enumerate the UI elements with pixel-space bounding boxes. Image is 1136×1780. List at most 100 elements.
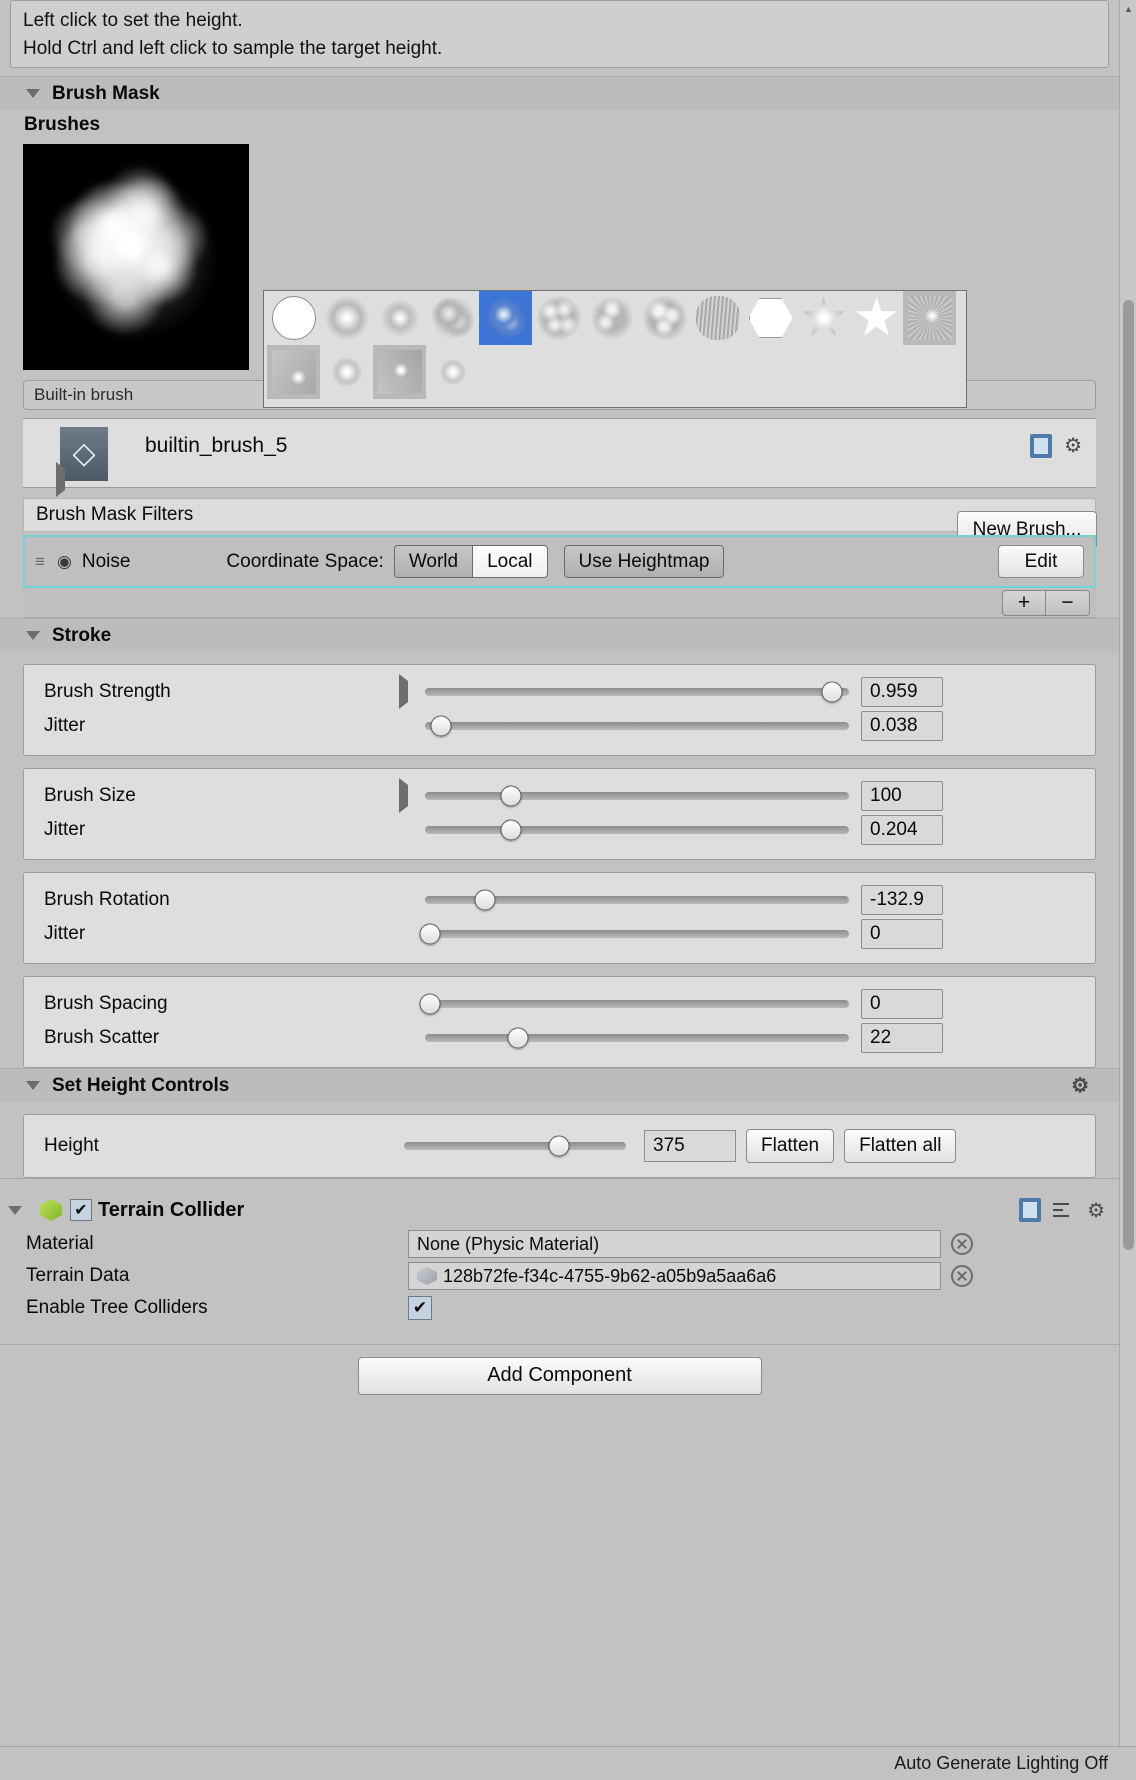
brush-swatch-10-star[interactable] [797,291,850,345]
asset-foldout-arrow[interactable] [56,462,65,497]
slider[interactable] [425,779,849,813]
slider-row: Brush Strength 0.959 [24,674,1095,709]
section-header-brush-mask[interactable]: Brush Mask [0,76,1119,110]
brush-swatch-13[interactable] [267,345,320,399]
remove-filter-button[interactable]: − [1046,589,1090,616]
slider-knob[interactable] [500,819,522,841]
brush-swatch-3[interactable] [426,291,479,345]
slider-row: Jitter 0.038 [24,709,1095,743]
brush-palette[interactable] [263,290,967,408]
height-slider-knob[interactable] [548,1135,570,1157]
brush-swatch-11-star-outline[interactable] [850,291,903,345]
brush-swatch-4-selected[interactable] [479,291,532,345]
brush-swatch-5[interactable] [532,291,585,345]
brush-swatch-9-hexagon[interactable] [744,291,797,345]
brush-swatch-12[interactable] [903,291,956,345]
inspector-scroll-content: Left click to set the height. Hold Ctrl … [0,0,1119,1406]
stroke-groups: Brush Strength 0.959 Jitter 0.038 Brush Size… [0,664,1119,1068]
material-clear-icon[interactable] [951,1233,973,1255]
slider-track [425,1000,849,1008]
use-heightmap-button[interactable]: Use Heightmap [563,545,725,578]
brush-swatch-2[interactable] [373,291,426,345]
slider-label: Brush Spacing [44,993,168,1014]
slider[interactable] [419,917,849,951]
terrain-data-object-field[interactable]: 128b72fe-f34c-4755-9b62-a05b9a5aa6a6 [408,1262,941,1290]
brush-mask-filters-label: Brush Mask Filters [36,504,194,525]
slider-label: Brush Size [44,785,136,806]
noise-filter-name: Noise [81,550,131,572]
expand-arrow-icon[interactable] [399,674,425,709]
flatten-all-button[interactable]: Flatten all [844,1129,957,1163]
slider-row: Brush Scatter 22 [24,1021,1095,1055]
help-doc-icon[interactable] [1030,433,1053,458]
brush-asset-row[interactable]: ◇ builtin_brush_5 ⚙ [23,418,1096,497]
slider-knob[interactable] [474,889,496,911]
scroll-up-arrow-icon[interactable]: ▲ [1120,0,1136,17]
slider-knob[interactable] [419,993,441,1015]
terrain-collider-enabled-checkbox[interactable]: ✔ [70,1199,92,1221]
slider-label: Brush Rotation [44,889,170,910]
noise-edit-button[interactable]: Edit [998,545,1084,578]
slider-value-field[interactable]: 0.038 [861,711,943,741]
slider[interactable] [425,675,849,709]
material-value: None (Physic Material) [417,1233,600,1254]
slider-value-field[interactable]: 0 [861,989,943,1019]
noise-filter-row[interactable]: ≡ ◉ Noise Coordinate Space: World Local … [23,535,1096,588]
eye-icon[interactable]: ◉ [57,552,72,572]
expand-arrow-icon[interactable] [399,778,425,813]
slider[interactable] [425,1021,849,1055]
slider-value-field[interactable]: 22 [861,1023,943,1053]
slider-value-field[interactable]: 0 [861,919,943,949]
flatten-button[interactable]: Flatten [746,1129,835,1163]
terrain-collider-header[interactable]: ✔ Terrain Collider ⚙ [0,1192,1119,1228]
gear-icon[interactable]: ⚙ [1071,1073,1089,1098]
gear-icon[interactable]: ⚙ [1064,433,1082,458]
scrollbar-thumb[interactable] [1123,300,1134,1250]
slider[interactable] [419,987,849,1021]
brush-swatch-0[interactable] [267,291,320,345]
set-height-title: Set Height Controls [52,1074,230,1096]
section-header-stroke[interactable]: Stroke [0,618,1119,652]
brush-swatch-14[interactable] [320,345,373,399]
slider[interactable] [425,709,849,743]
coordinate-space-local-button[interactable]: Local [473,545,548,578]
slider-row: Brush Size 100 [24,778,1095,813]
material-object-field[interactable]: None (Physic Material) [408,1230,941,1258]
foldout-triangle-icon [26,1081,40,1090]
slider-value-field[interactable]: -132.9 [861,885,943,915]
coordinate-space-world-button[interactable]: World [393,545,474,578]
foldout-triangle-icon[interactable] [8,1205,22,1215]
slider-value-field[interactable]: 100 [861,781,943,811]
help-doc-icon[interactable] [1019,1198,1042,1222]
preset-icon[interactable] [1053,1200,1075,1220]
slider[interactable] [425,883,849,917]
brush-swatch-16[interactable] [426,345,479,399]
brush-swatch-7[interactable] [638,291,691,345]
section-header-set-height[interactable]: Set Height Controls ⚙ [0,1068,1119,1102]
add-filter-button[interactable]: + [1002,589,1046,616]
height-label: Height [44,1135,99,1156]
slider-knob[interactable] [500,785,522,807]
height-value-field[interactable]: 375 [644,1130,736,1162]
vertical-scrollbar[interactable]: ▲ ▼ [1119,0,1136,1780]
terrain-data-clear-icon[interactable] [951,1265,973,1287]
slider-knob[interactable] [419,923,441,945]
brush-swatch-1[interactable] [320,291,373,345]
filter-add-remove-bar: + − [23,588,1096,618]
slider-knob[interactable] [821,681,843,703]
enable-tree-colliders-checkbox[interactable]: ✔ [408,1296,432,1320]
drag-handle-icon[interactable]: ≡ [35,553,57,570]
slider-track [425,688,849,696]
add-component-button[interactable]: Add Component [357,1356,762,1395]
slider-label: Jitter [44,923,86,944]
gear-icon[interactable]: ⚙ [1087,1198,1105,1223]
slider[interactable] [425,813,849,847]
brush-swatch-8[interactable] [691,291,744,345]
slider-knob[interactable] [430,715,452,737]
height-slider[interactable] [404,1131,626,1161]
brush-swatch-6[interactable] [585,291,638,345]
slider-value-field[interactable]: 0.959 [861,677,943,707]
brush-swatch-15[interactable] [373,345,426,399]
slider-value-field[interactable]: 0.204 [861,815,943,845]
slider-knob[interactable] [507,1027,529,1049]
